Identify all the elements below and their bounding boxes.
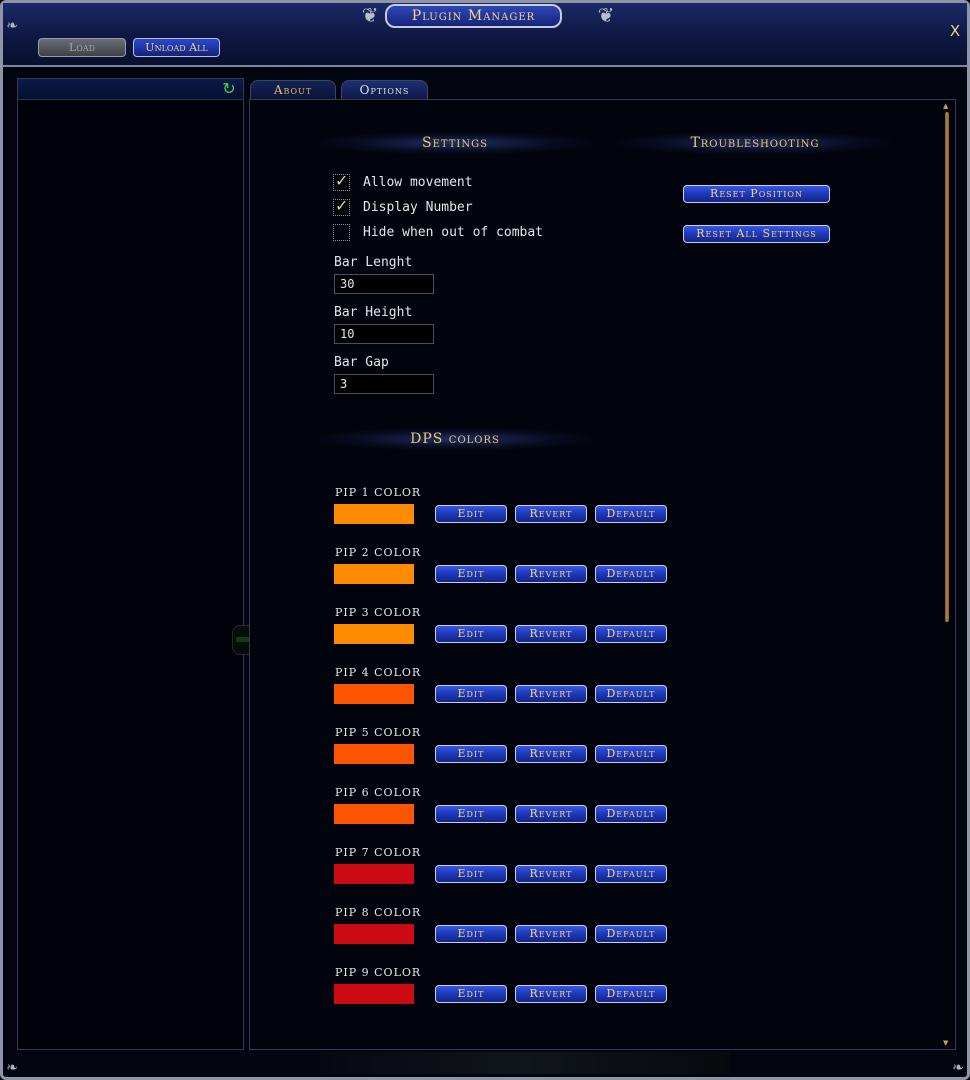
pip-color-swatch[interactable] [334, 924, 414, 944]
pip-color-label: PIP 1 COLOR [335, 486, 422, 499]
unload-all-button[interactable]: Unload All [133, 38, 220, 57]
bar-length-label: Bar Lenght [334, 255, 413, 270]
revert-button[interactable]: Revert [515, 565, 587, 583]
corner-ornament-icon: ❧ [952, 1060, 964, 1076]
title-ornament-right-icon: ❦ [597, 3, 615, 27]
pip-color-label: PIP 3 COLOR [335, 606, 422, 619]
reset-position-button[interactable]: Reset Position [683, 185, 830, 203]
revert-button[interactable]: Revert [515, 805, 587, 823]
checkbox[interactable] [333, 224, 350, 241]
revert-button[interactable]: Revert [515, 745, 587, 763]
plugin-list-panel[interactable]: ↻ [17, 78, 244, 1050]
edit-button[interactable]: Edit [435, 625, 507, 643]
checkbox-label: Hide when out of combat [363, 225, 544, 240]
window-title: Plugin Manager [385, 4, 562, 28]
default-button[interactable]: Default [595, 925, 667, 943]
pip-color-swatch[interactable] [334, 864, 414, 884]
tab-about[interactable]: About [250, 80, 336, 100]
revert-button[interactable]: Revert [515, 505, 587, 523]
pip-color-swatch[interactable] [334, 744, 414, 764]
pip-color-swatch[interactable] [334, 504, 414, 524]
scroll-down-icon[interactable]: ▼ [943, 1040, 950, 1047]
close-icon[interactable]: X [947, 23, 963, 39]
title-ornament-left-icon: ❦ [361, 3, 379, 27]
revert-button[interactable]: Revert [515, 925, 587, 943]
checkmark-icon: ✓ [335, 196, 349, 215]
title-bar[interactable]: ❦ Plugin Manager ❦ X Load Unload All [3, 3, 967, 67]
default-button[interactable]: Default [595, 745, 667, 763]
bar-height-label: Bar Height [334, 305, 413, 320]
pip-color-label: PIP 5 COLOR [335, 726, 422, 739]
revert-button[interactable]: Revert [515, 865, 587, 883]
default-button[interactable]: Default [595, 505, 667, 523]
scroll-up-icon[interactable]: ▲ [943, 103, 950, 110]
revert-button[interactable]: Revert [515, 985, 587, 1003]
pip-color-swatch[interactable] [334, 624, 414, 644]
pip-color-swatch[interactable] [334, 984, 414, 1004]
settings-title: Settings [320, 132, 590, 154]
revert-button[interactable]: Revert [515, 685, 587, 703]
edit-button[interactable]: Edit [435, 985, 507, 1003]
plugin-list-header: ↻ [18, 79, 243, 100]
pip-color-label: PIP 7 COLOR [335, 846, 422, 859]
default-button[interactable]: Default [595, 565, 667, 583]
pip-color-swatch[interactable] [334, 564, 414, 584]
reset-all-settings-button[interactable]: Reset All Settings [683, 225, 830, 243]
bar-gap-label: Bar Gap [334, 355, 389, 370]
pip-color-label: PIP 8 COLOR [335, 906, 422, 919]
pip-color-label: PIP 6 COLOR [335, 786, 422, 799]
checkbox[interactable]: ✓ [333, 196, 350, 216]
pip-color-label: PIP 9 COLOR [335, 966, 422, 979]
default-button[interactable]: Default [595, 685, 667, 703]
checkbox-label: Allow movement [363, 175, 473, 190]
bar-height-input[interactable]: 10 [334, 324, 434, 344]
troubleshooting-title: Troubleshooting [620, 132, 890, 154]
pip-color-swatch[interactable] [334, 684, 414, 704]
corner-ornament-icon: ❧ [6, 18, 18, 34]
dps-colors-title: DPS colors [320, 428, 590, 450]
bar-length-input[interactable]: 30 [334, 274, 434, 294]
checkbox[interactable]: ✓ [333, 171, 350, 191]
edit-button[interactable]: Edit [435, 745, 507, 763]
edit-button[interactable]: Edit [435, 805, 507, 823]
default-button[interactable]: Default [595, 625, 667, 643]
default-button[interactable]: Default [595, 805, 667, 823]
checkmark-icon: ✓ [335, 171, 349, 190]
background-strip [320, 1052, 730, 1074]
tab-options[interactable]: Options [341, 80, 428, 100]
checkbox-label: Display Number [363, 200, 473, 215]
load-button[interactable]: Load [38, 38, 126, 57]
edit-button[interactable]: Edit [435, 685, 507, 703]
pip-color-label: PIP 4 COLOR [335, 666, 422, 679]
edit-button[interactable]: Edit [435, 865, 507, 883]
bar-gap-input[interactable]: 3 [334, 374, 434, 394]
revert-button[interactable]: Revert [515, 625, 587, 643]
edit-button[interactable]: Edit [435, 505, 507, 523]
pip-color-label: PIP 2 COLOR [335, 546, 422, 559]
edit-button[interactable]: Edit [435, 925, 507, 943]
default-button[interactable]: Default [595, 865, 667, 883]
scrollbar-thumb[interactable] [945, 112, 949, 622]
corner-ornament-icon: ❧ [6, 1060, 18, 1076]
refresh-icon[interactable]: ↻ [220, 80, 238, 98]
default-button[interactable]: Default [595, 985, 667, 1003]
pip-color-swatch[interactable] [334, 804, 414, 824]
edit-button[interactable]: Edit [435, 565, 507, 583]
